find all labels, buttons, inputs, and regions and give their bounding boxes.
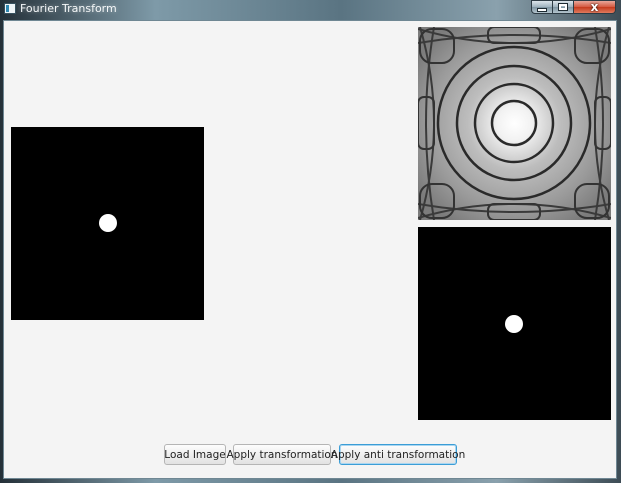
spectrum-rings [418, 27, 611, 220]
window-controls: x [531, 0, 616, 14]
apply-transformation-button[interactable]: Apply transformation [227, 444, 338, 465]
inverse-transform-image [418, 227, 611, 420]
minimize-button[interactable] [531, 0, 553, 14]
output-white-dot [505, 315, 523, 333]
client-area: Load Image Apply transformation Apply an… [3, 20, 617, 479]
apply-anti-transformation-button[interactable]: Apply anti transformation [331, 444, 465, 465]
minimize-icon [537, 8, 547, 12]
load-image-button[interactable]: Load Image [164, 444, 226, 465]
maximize-button[interactable] [553, 0, 574, 14]
close-icon: x [590, 0, 599, 14]
app-icon [4, 3, 16, 14]
window-frame: Fourier Transform x Load Image Apply tra… [0, 0, 621, 483]
input-white-dot [99, 214, 117, 232]
window-title: Fourier Transform [20, 2, 117, 15]
fourier-spectrum-image [418, 27, 611, 220]
close-button[interactable]: x [574, 0, 616, 14]
input-image [11, 127, 204, 320]
button-bar: Load Image Apply transformation Apply an… [4, 444, 618, 466]
maximize-icon [558, 3, 568, 11]
title-bar[interactable]: Fourier Transform x [0, 0, 621, 18]
